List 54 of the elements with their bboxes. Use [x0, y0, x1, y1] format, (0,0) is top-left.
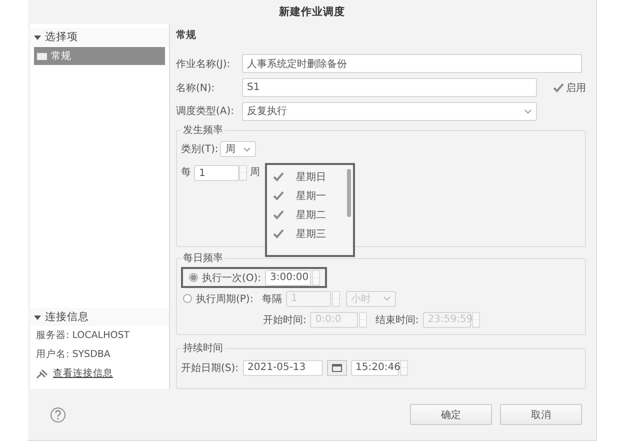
weekday-list[interactable]: 星期日 星期一 星期二 星期三 — [265, 163, 355, 258]
radio-label: 执行周期(P): — [196, 292, 254, 306]
field-label: 调度类型(A): — [176, 104, 236, 118]
field-label: 开始日期(S): — [181, 362, 239, 375]
radio-button[interactable] — [183, 294, 192, 304]
field-label: 结束时间: — [375, 314, 419, 327]
every-field[interactable]: 1 — [194, 165, 239, 182]
weekday-item[interactable]: 星期日 — [296, 170, 326, 184]
field-label: 类别(T): — [181, 142, 218, 156]
user-info: 用户名: SYSDBA — [35, 348, 112, 362]
checkbox[interactable] — [273, 228, 284, 239]
calendar-icon — [332, 364, 342, 372]
category-dropdown[interactable]: 周 — [220, 141, 256, 158]
page-icon — [37, 52, 47, 60]
schedule-type-dropdown[interactable]: 反复执行 — [242, 102, 537, 121]
dialog-button[interactable]: 确定 — [410, 404, 492, 425]
scrollbar[interactable] — [347, 169, 351, 218]
weekday-item[interactable]: 星期二 — [296, 208, 326, 222]
checkbox[interactable] — [273, 190, 284, 201]
chevron-down-icon — [243, 146, 252, 152]
radio-button[interactable] — [189, 273, 198, 282]
field-label: 名称(N): — [176, 82, 216, 95]
group-title: 持续时间 — [182, 342, 224, 356]
calendar-button[interactable] — [326, 360, 347, 376]
job-name-field[interactable]: 人事系统定时删除备份 — [242, 54, 582, 74]
page-title: 常规 — [176, 28, 197, 43]
chevron-down-icon — [524, 108, 532, 114]
window-title: 新建作业调度 — [279, 5, 345, 19]
field-label: 每隔 — [262, 292, 282, 306]
unit-label: 周 — [250, 166, 260, 180]
checkbox-label: 启用 — [566, 82, 586, 95]
chevron-down-icon — [383, 296, 391, 302]
checkbox[interactable] — [273, 172, 284, 182]
group-title: 每日频率 — [182, 252, 224, 266]
view-connection-link[interactable]: 查看连接信息 — [53, 367, 113, 380]
weekday-item[interactable]: 星期一 — [296, 188, 326, 203]
server-info: 服务器: LOCALHOST — [35, 329, 131, 343]
section-header[interactable]: 选择项 — [45, 30, 78, 44]
expanded-arrow-icon[interactable] — [34, 34, 41, 40]
checkbox[interactable] — [553, 82, 564, 93]
group-title: 发生频率 — [182, 124, 224, 138]
name-field[interactable]: S1 — [242, 78, 537, 98]
radio-label: 执行一次(O): — [202, 272, 262, 285]
checkbox[interactable] — [273, 210, 284, 220]
dialog-button[interactable]: 取消 — [500, 404, 582, 425]
field-label: 作业名称(J): — [176, 58, 232, 71]
help-icon[interactable] — [50, 406, 66, 422]
time-field[interactable]: 3:00:00 — [265, 270, 312, 286]
start-date-field[interactable]: 2021-05-13 — [242, 360, 323, 376]
field-label: 开始时间: — [263, 314, 306, 327]
weekday-item[interactable]: 星期三 — [296, 226, 326, 241]
start-time-field[interactable]: 15:20:46 — [350, 360, 399, 376]
expanded-arrow-icon[interactable] — [34, 314, 41, 320]
field-label: 每 — [181, 166, 191, 180]
